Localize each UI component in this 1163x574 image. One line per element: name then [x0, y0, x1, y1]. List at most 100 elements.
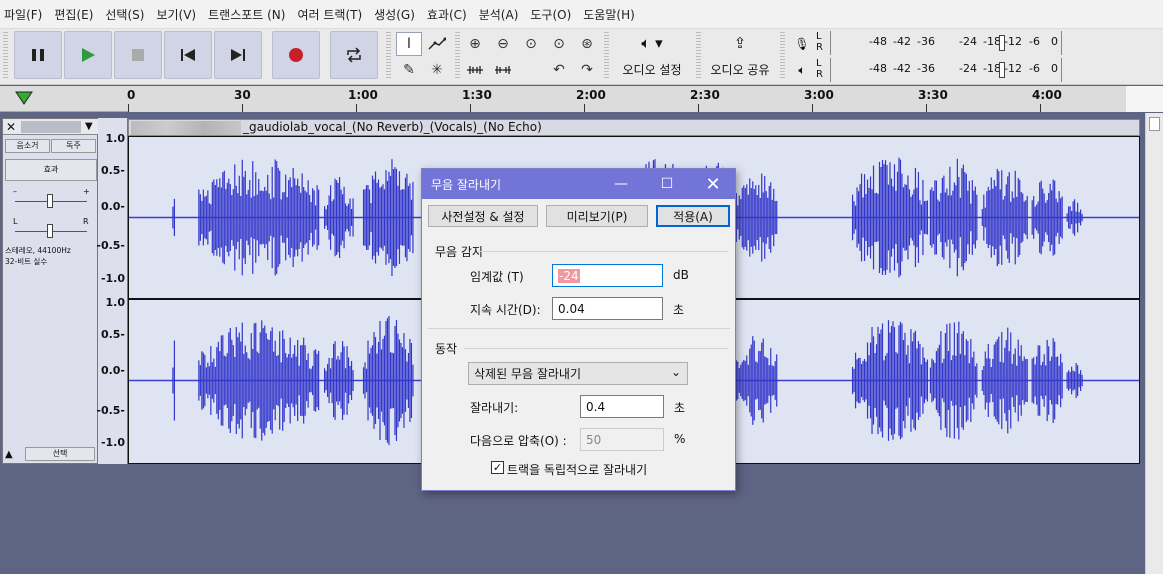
- action-select[interactable]: 삭제된 무음 잘라내기 ⌄: [468, 362, 688, 385]
- dialog-title-bar[interactable]: 무음 잘라내기 — ☐ ✕: [422, 169, 735, 199]
- meter-tick-label: 0: [1051, 35, 1058, 48]
- menu-item[interactable]: 여러 트랙(T): [297, 6, 362, 23]
- pan-slider-handle[interactable]: [47, 224, 53, 238]
- meter-tick-label: -42: [893, 62, 911, 75]
- chevron-down-icon: ⌄: [670, 365, 681, 379]
- threshold-value: -24: [558, 268, 580, 283]
- meter-tick-label: -6: [1029, 62, 1040, 75]
- skip-start-button[interactable]: [164, 31, 212, 79]
- menu-item[interactable]: 보기(V): [156, 6, 196, 23]
- trim-audio-icon[interactable]: [462, 58, 488, 82]
- record-button[interactable]: [272, 31, 320, 79]
- menu-item[interactable]: 도구(O): [530, 6, 571, 23]
- play-button[interactable]: [64, 31, 112, 79]
- solo-button[interactable]: 독주: [51, 139, 96, 153]
- meter-tick-label: -6: [1029, 35, 1040, 48]
- skip-end-button[interactable]: [214, 31, 262, 79]
- amplitude-tick-label: -0.5-: [96, 239, 125, 252]
- ruler-tick-label: 1:00: [348, 88, 378, 102]
- meter-tick-label: -12: [1004, 35, 1022, 48]
- timeline-ruler[interactable]: 0301:001:302:002:303:003:304:004:30: [0, 86, 1163, 112]
- toolbar-grip[interactable]: [696, 32, 701, 80]
- menu-item[interactable]: 도움말(H): [583, 6, 635, 23]
- select-track-button[interactable]: 선택: [25, 447, 95, 461]
- undo-icon[interactable]: ↶: [546, 58, 572, 82]
- meter-level-handle[interactable]: [999, 62, 1005, 78]
- truncate-silence-dialog: 무음 잘라내기 — ☐ ✕ 사전설정 & 설정 미리보기(P) 적용(A) 무음…: [421, 168, 736, 491]
- menu-item[interactable]: 분석(A): [479, 6, 519, 23]
- maximize-icon[interactable]: ☐: [644, 169, 690, 199]
- preview-button[interactable]: 미리보기(P): [546, 205, 648, 227]
- audio-share-button[interactable]: ⇪ 오디오 공유: [704, 31, 776, 81]
- toolbar-grip[interactable]: [386, 32, 391, 80]
- collapse-track-icon[interactable]: ▲: [5, 449, 13, 460]
- independent-checkbox[interactable]: ✓: [491, 461, 504, 474]
- skip-start-icon: [181, 49, 195, 61]
- menu-item[interactable]: 편집(E): [54, 6, 93, 23]
- dialog-title: 무음 잘라내기: [431, 177, 502, 192]
- truncate-label: 잘라내기:: [470, 401, 519, 415]
- selection-tool-icon[interactable]: I: [396, 32, 422, 56]
- meter-level-handle[interactable]: [999, 35, 1005, 51]
- zoom-out-icon[interactable]: ⊖: [490, 32, 516, 56]
- menu-item[interactable]: 생성(G): [374, 6, 415, 23]
- vertical-scrollbar[interactable]: [1145, 113, 1163, 574]
- apply-button[interactable]: 적용(A): [656, 205, 730, 227]
- playback-meter[interactable]: L R -48 -42 -36 -24 -18 -12 -6 0: [816, 58, 1064, 82]
- close-icon[interactable]: ✕: [690, 169, 736, 199]
- gain-plus-label: +: [83, 187, 90, 196]
- menu-item[interactable]: 효과(C): [427, 6, 467, 23]
- mute-button[interactable]: 음소거: [5, 139, 50, 153]
- duration-input[interactable]: 0.04: [552, 297, 663, 320]
- pan-right-label: R: [83, 217, 89, 226]
- toolbar-grip[interactable]: [3, 32, 8, 80]
- presets-settings-button[interactable]: 사전설정 & 설정: [428, 205, 538, 227]
- toolbar-grip[interactable]: [604, 32, 609, 80]
- audio-share-label: 오디오 공유: [710, 63, 770, 77]
- ruler-tick-label: 2:00: [576, 88, 606, 102]
- fit-project-icon[interactable]: ⊙: [546, 32, 572, 56]
- duration-label: 지속 시간(D):: [470, 303, 541, 317]
- amplitude-tick-label: -0.5-: [96, 404, 125, 417]
- effects-button[interactable]: 효과: [5, 159, 97, 181]
- detect-section-label: 무음 감지: [435, 245, 483, 259]
- pause-button[interactable]: [14, 31, 62, 79]
- record-icon: [289, 48, 303, 62]
- gain-slider-handle[interactable]: [47, 194, 53, 208]
- menu-item[interactable]: 선택(S): [105, 6, 144, 23]
- amplitude-tick-label: 0.0-: [100, 364, 125, 377]
- fit-selection-icon[interactable]: ⊙: [518, 32, 544, 56]
- audio-setup-button[interactable]: 🔈︎ ▾ 오디오 설정: [611, 31, 693, 81]
- ruler-tick-label: 30: [234, 88, 251, 102]
- toolbar-grip[interactable]: [780, 32, 785, 80]
- recording-meter[interactable]: L R -48 -42 -36 -24 -18 -12 -6 0: [816, 31, 1064, 55]
- clip-name: _gaudiolab_vocal_(No Reverb)_(Vocals)_(N…: [243, 120, 542, 134]
- redo-icon[interactable]: ↷: [574, 58, 600, 82]
- loop-button[interactable]: [330, 31, 378, 79]
- multi-tool-icon[interactable]: ✳: [424, 58, 450, 82]
- zoom-toggle-icon[interactable]: ⊛: [574, 32, 600, 56]
- track-menu-chevron-icon[interactable]: ▼: [85, 121, 93, 132]
- play-head-icon[interactable]: [14, 90, 34, 109]
- zoom-in-icon[interactable]: ⊕: [462, 32, 488, 56]
- menu-item[interactable]: 트랜스포트 (N): [208, 6, 285, 23]
- meter-channel-label: R: [816, 42, 823, 53]
- track-name[interactable]: [21, 120, 81, 133]
- meter-tick-label: -24: [959, 62, 977, 75]
- meter-tick-label: -48: [869, 35, 887, 48]
- compress-input[interactable]: 50: [580, 428, 664, 451]
- speaker-meter-icon[interactable]: 🔈︎: [790, 58, 814, 82]
- menu-item[interactable]: 파일(F): [4, 6, 42, 23]
- clip-title-bar[interactable]: _gaudiolab_vocal_(No Reverb)_(Vocals)_(N…: [128, 119, 1140, 136]
- minimize-icon[interactable]: —: [598, 169, 644, 199]
- truncate-input[interactable]: 0.4: [580, 395, 664, 418]
- close-track-icon[interactable]: ✕: [3, 120, 19, 134]
- envelope-tool-icon[interactable]: [424, 32, 450, 56]
- silence-audio-icon[interactable]: [490, 58, 516, 82]
- toolbar-grip[interactable]: [455, 32, 460, 80]
- stop-button[interactable]: [114, 31, 162, 79]
- threshold-input[interactable]: -24: [552, 264, 663, 287]
- draw-tool-icon[interactable]: ✎: [396, 58, 422, 82]
- loop-icon: [347, 47, 361, 63]
- microphone-icon[interactable]: 🎙︎: [790, 32, 814, 56]
